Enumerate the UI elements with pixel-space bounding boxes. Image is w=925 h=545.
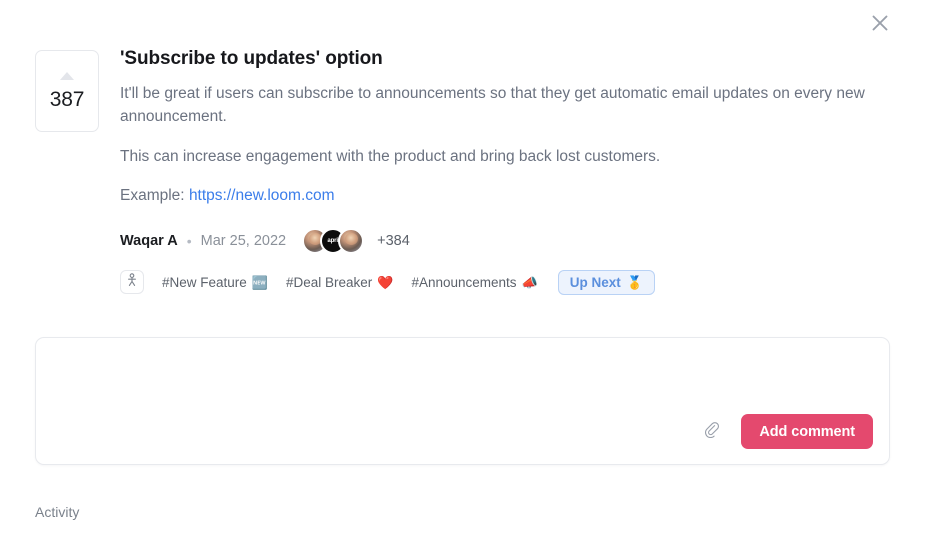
tag-row: #New Feature 🆕 #Deal Breaker ❤️ #Announc… <box>120 269 890 295</box>
megaphone-icon: 📣 <box>521 274 538 290</box>
tag-label: #Deal Breaker <box>285 274 373 290</box>
vote-count: 387 <box>49 88 85 111</box>
post-meta: Waqar A • Mar 25, 2022 april +384 <box>120 227 890 254</box>
post-example-line: Example: https://new.loom.com <box>120 184 890 208</box>
tag-deal-breaker[interactable]: #Deal Breaker ❤️ <box>286 275 393 290</box>
attach-file-button[interactable] <box>699 420 723 444</box>
status-badge-label: Up Next <box>569 274 621 290</box>
person-pin-icon <box>126 273 138 292</box>
tag-announcements[interactable]: #Announcements 📣 <box>411 275 537 290</box>
person-pin-icon-button[interactable] <box>120 270 144 295</box>
activity-section-label: Activity <box>35 504 80 520</box>
example-link[interactable]: https://new.loom.com <box>189 187 335 204</box>
avatar <box>338 227 365 254</box>
post-body: 'Subscribe to updates' option It'll be g… <box>120 48 890 295</box>
vote-button[interactable]: 387 <box>35 50 99 132</box>
composer-actions: Add comment <box>699 414 873 449</box>
voter-overflow-count: +384 <box>377 232 410 249</box>
post-author: Waqar A <box>120 232 178 249</box>
close-button[interactable] <box>865 8 895 38</box>
medal-icon: 🥇 <box>626 274 643 290</box>
comment-input[interactable] <box>36 338 889 416</box>
tag-new-feature[interactable]: #New Feature 🆕 <box>162 275 268 290</box>
heart-icon: ❤️ <box>377 274 394 290</box>
post-paragraph-1: It'll be great if users can subscribe to… <box>120 84 865 126</box>
meta-separator: • <box>186 232 192 249</box>
tag-label: #New Feature <box>162 274 247 290</box>
comment-composer: Add comment <box>35 337 890 465</box>
feedback-post-modal: 387 'Subscribe to updates' option It'll … <box>0 0 925 545</box>
status-badge[interactable]: Up Next 🥇 <box>557 269 655 295</box>
post-date: Mar 25, 2022 <box>200 232 287 249</box>
new-badge-icon: 🆕 <box>251 274 268 290</box>
add-comment-button[interactable]: Add comment <box>741 414 873 449</box>
caret-up-icon <box>60 72 74 80</box>
post-paragraph-2: This can increase engagement with the pr… <box>120 147 661 165</box>
close-icon <box>871 14 889 32</box>
paperclip-icon <box>704 422 719 441</box>
tag-label: #Announcements <box>411 274 517 290</box>
voter-avatar-stack[interactable]: april <box>302 227 365 254</box>
post-header-row: 387 'Subscribe to updates' option It'll … <box>35 48 890 295</box>
page-title: 'Subscribe to updates' option <box>120 48 383 69</box>
example-label: Example: <box>120 187 185 205</box>
